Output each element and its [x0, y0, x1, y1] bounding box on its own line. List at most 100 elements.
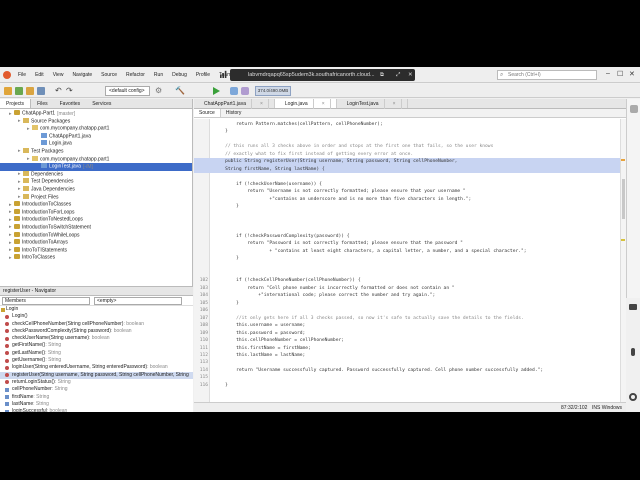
fullscreen-icon[interactable]: ⤢ [396, 69, 400, 81]
memory-indicator[interactable]: 374.0/490.0MB [255, 86, 291, 96]
code-line[interactable]: 108 this.username = username; [194, 322, 626, 329]
tree-item[interactable]: ▸ IntroToTIStatements [0, 246, 192, 255]
code-line[interactable]: String firstName, String lastName) { [194, 165, 626, 174]
code-line[interactable]: } [194, 255, 626, 262]
code-line[interactable]: 115 [194, 374, 626, 381]
navigator-item[interactable]: loginSuccessful: boolean [0, 408, 193, 412]
code-line[interactable]: return "Password is not correctly format… [194, 240, 626, 247]
tree-item[interactable]: ▸ IntroductionToForLoops [0, 208, 192, 217]
menu-profile[interactable]: Profile [196, 72, 210, 78]
tree-item[interactable]: ▸ com.mycompany.chatapp.part1 [0, 125, 192, 133]
tab-services[interactable]: Services [86, 99, 117, 108]
close-icon[interactable]: ✕ [408, 69, 413, 81]
notifications-icon[interactable] [630, 105, 638, 113]
code-line[interactable]: return Pattern.matches(cellPattern, cell… [194, 121, 626, 128]
search-input[interactable]: ⌕ Search (Ctrl+I) [497, 70, 597, 80]
navigator-item[interactable]: firstName: String [0, 394, 193, 401]
code-line[interactable] [194, 218, 626, 225]
code-line[interactable] [194, 263, 626, 270]
code-line[interactable]: 111 this.firstName = firstName; [194, 345, 626, 352]
new-project-icon[interactable] [4, 87, 12, 95]
subtab-history[interactable]: History [221, 109, 247, 117]
build-icon[interactable]: 🔨 [175, 87, 185, 95]
code-line[interactable]: + "contains at least eight characters, a… [194, 248, 626, 255]
tree-item[interactable]: ▸ Test Dependencies [0, 178, 192, 186]
tree-item[interactable]: ▸ Test Packages [0, 147, 192, 156]
code-line[interactable]: // this runs all 3 checks above in order… [194, 143, 626, 150]
tree-item[interactable]: ▸ IntroductionToNestedLoops [0, 216, 192, 224]
tree-item[interactable]: Login.java [0, 140, 192, 148]
redo-icon[interactable]: ↷ [66, 87, 74, 95]
code-line[interactable] [194, 210, 626, 217]
menu-view[interactable]: View [53, 72, 64, 78]
code-line[interactable]: 109 this.password = password; [194, 330, 626, 337]
tree-item[interactable]: ▸ Java Dependencies [0, 185, 192, 194]
navigator-item[interactable]: Login [0, 306, 193, 313]
tree-item[interactable]: ▸ IntroToClasses [0, 254, 192, 262]
menu-debug[interactable]: Debug [172, 72, 187, 78]
code-line[interactable]: 103 return "Cell phone number is incorre… [194, 285, 626, 292]
tree-item[interactable]: ▸ Source Packages [0, 117, 192, 126]
tree-item[interactable]: ▸ IntroductionToSwitchStatement [0, 223, 192, 232]
minimize-icon[interactable]: – [606, 70, 610, 77]
tree-item[interactable]: ▸ Dependencies [0, 170, 192, 179]
editor-tab[interactable]: ChatAppPart1.java × [194, 99, 275, 109]
code-line[interactable]: 104 +"international code; please correct… [194, 292, 626, 299]
code-line[interactable]: if (!checkPasswordComplexity(password)) … [194, 233, 626, 240]
code-line[interactable]: } [194, 128, 626, 135]
tab-files[interactable]: Files [31, 99, 54, 108]
tree-item[interactable]: ▸ Project Files [0, 193, 192, 202]
error-mark[interactable] [621, 159, 625, 161]
navigator-item[interactable]: returnLoginStatus(): String [0, 379, 193, 386]
tree-item[interactable]: LoginTest.java [-/M] [0, 163, 192, 171]
editor-tab[interactable]: Login.java × [274, 99, 337, 109]
camera-icon[interactable] [629, 304, 637, 310]
tab-close-icon[interactable]: × [387, 99, 402, 109]
code-line[interactable] [194, 173, 626, 180]
tab-projects[interactable]: Projects [0, 99, 32, 108]
code-line[interactable]: 107 //it only gets here if all 3 checks … [194, 315, 626, 322]
code-line[interactable]: 113 [194, 359, 626, 366]
navigator-item[interactable]: Login() [0, 313, 193, 320]
run-icon[interactable] [213, 87, 220, 95]
menu-edit[interactable]: Edit [35, 72, 44, 78]
copy-icon[interactable]: ⧉ [380, 69, 384, 81]
settings-gear-icon[interactable] [629, 393, 637, 401]
menu-run[interactable]: Run [154, 72, 163, 78]
profile-icon[interactable] [241, 87, 249, 95]
tab-close-icon[interactable]: × [254, 99, 269, 109]
navigator-item[interactable]: checkPasswordComplexity(String password)… [0, 328, 193, 335]
code-line[interactable]: 105 } [194, 300, 626, 307]
code-line[interactable]: } [194, 203, 626, 210]
tree-item[interactable]: ▸ com.mycompany.chatapp.part1 [0, 155, 192, 164]
menu-file[interactable]: File [18, 72, 26, 78]
code-editor[interactable]: return Pattern.matches(cellPattern, cell… [194, 119, 626, 402]
code-line[interactable]: 112 this.lastName = lastName; [194, 352, 626, 359]
save-all-icon[interactable] [37, 87, 45, 95]
navigator-item[interactable]: getLastName(): String [0, 350, 193, 357]
menu-navigate[interactable]: Navigate [72, 72, 92, 78]
code-line[interactable]: // exactly what to fix first instead of … [194, 151, 626, 158]
tree-item[interactable]: ▸ IntroductionToWhileLoops [0, 231, 192, 240]
code-line[interactable]: if (!checkUserName(username)) { [194, 181, 626, 188]
debug-icon[interactable] [230, 87, 238, 95]
undo-icon[interactable]: ↶ [55, 87, 63, 95]
navigator-item[interactable]: checkUserName(String username): boolean [0, 335, 193, 342]
tree-item[interactable]: ChatAppPart1.java [0, 132, 192, 141]
navigator-item[interactable]: getUsername(): String [0, 357, 193, 364]
navigator-item[interactable]: registerUser(String username, String pas… [0, 371, 193, 379]
code-line[interactable]: return "Username is not correctly format… [194, 188, 626, 195]
navigator-item[interactable]: getFirstName(): String [0, 342, 193, 349]
tree-item[interactable]: ▸ IntroductionToArrays [0, 239, 192, 247]
maximize-icon[interactable]: ☐ [617, 70, 623, 78]
code-line[interactable]: 114 return "Username successfully captur… [194, 367, 626, 374]
code-line[interactable]: +"contains an underscore and is no more … [194, 196, 626, 203]
code-line[interactable] [194, 136, 626, 143]
code-line[interactable]: 116 } [194, 382, 626, 389]
mic-icon[interactable] [631, 348, 635, 356]
code-line[interactable]: 110 this.cellPhoneNumber = cellPhoneNumb… [194, 337, 626, 344]
remote-session-bar[interactable]: labvmdrqapq65sp5udem3k.southafricanorth.… [220, 69, 415, 81]
warning-mark[interactable] [621, 239, 625, 241]
scope-select[interactable]: <empty> [94, 297, 182, 305]
members-select[interactable]: Members [2, 297, 90, 305]
